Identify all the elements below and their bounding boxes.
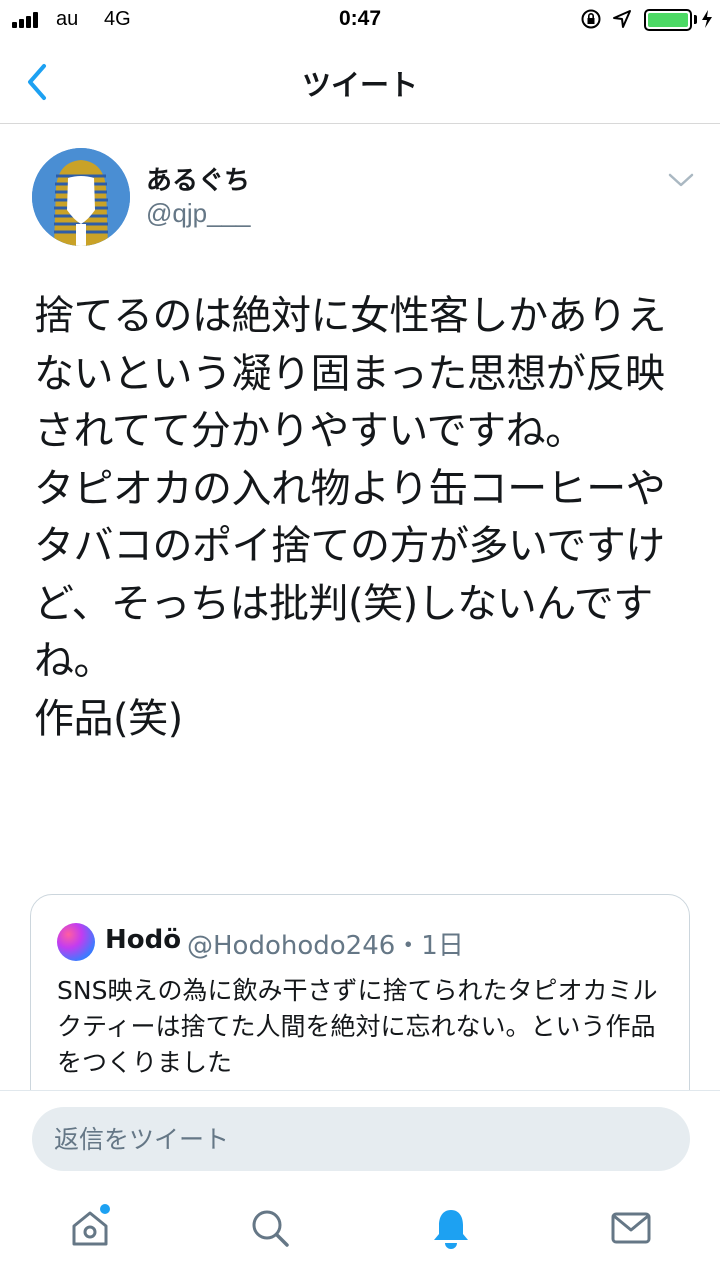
reply-input[interactable] [32, 1107, 690, 1171]
user-handle[interactable]: @qjp___ [146, 198, 250, 229]
quoted-tweet-text: SNS映えの為に飲み干さずに捨てられたタピオカミルクティーは捨てた人間を絶対に忘… [57, 976, 658, 1077]
search-icon[interactable] [248, 1206, 292, 1250]
tab-bar [0, 1188, 720, 1280]
page-title: ツイート [301, 68, 418, 102]
battery-icon [644, 9, 692, 31]
display-name[interactable]: あるぐち [146, 160, 250, 197]
messages-icon[interactable] [609, 1206, 653, 1250]
status-bar: au 4G 0:47 [0, 0, 720, 40]
tweet-text: 捨てるのは絶対に女性客しかありえないという凝り固まった思想が反映されてて分かりや… [34, 293, 667, 742]
orientation-lock-icon [581, 9, 601, 29]
avatar[interactable] [32, 148, 130, 246]
notifications-icon[interactable] [429, 1206, 473, 1250]
home-notification-dot [100, 1204, 110, 1214]
chevron-down-icon[interactable] [666, 168, 696, 192]
nav-bar: ツイート [0, 40, 720, 124]
charging-icon [702, 10, 712, 28]
quoted-avatar [57, 923, 95, 961]
quoted-handle-time: @Hodohodo246・1日 [187, 931, 464, 961]
reply-bar [0, 1090, 720, 1188]
quoted-display-name: Hodö [105, 925, 182, 955]
location-icon [613, 10, 631, 28]
